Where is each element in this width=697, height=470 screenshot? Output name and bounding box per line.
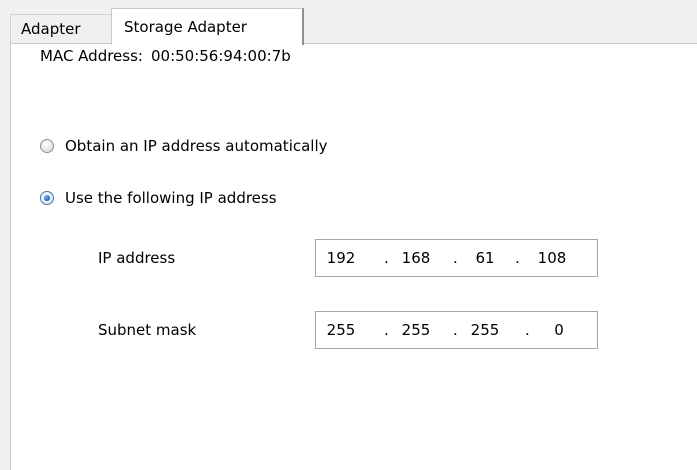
subnet-octet-1[interactable]: 255: [321, 321, 361, 339]
mac-address-value: 00:50:56:94:00:7b: [150, 47, 291, 65]
subnet-octet-4[interactable]: 0: [539, 321, 579, 339]
tab-adapter[interactable]: Adapter: [10, 14, 111, 44]
subnet-separator-1: .: [384, 321, 389, 339]
ip-octet-3[interactable]: 61: [465, 249, 505, 267]
ip-address-label: IP address: [98, 249, 176, 267]
subnet-mask-input[interactable]: 255 . 255 . 255 . 0: [315, 311, 598, 349]
radio-use-following-ip[interactable]: Use the following IP address: [40, 188, 277, 208]
ip-separator-2: .: [453, 249, 458, 267]
subnet-octet-2[interactable]: 255: [396, 321, 436, 339]
subnet-mask-label: Subnet mask: [98, 321, 197, 339]
network-settings-window: Adapter Storage Adapter MAC Address: 00:5…: [0, 0, 697, 470]
ip-octet-1[interactable]: 192: [321, 249, 361, 267]
mac-address-row: MAC Address: 00:50:56:94:00:7b: [40, 47, 291, 65]
mac-address-label: MAC Address:: [40, 47, 143, 65]
ip-octet-4[interactable]: 108: [532, 249, 572, 267]
subnet-octet-3[interactable]: 255: [465, 321, 505, 339]
radio-obtain-ip-automatically[interactable]: Obtain an IP address automatically: [40, 136, 328, 156]
tab-storage-adapter-label: Storage Adapter: [124, 18, 247, 36]
tab-adapter-label: Adapter: [21, 20, 81, 38]
radio-button-unchecked[interactable]: [40, 139, 54, 153]
tab-storage-adapter[interactable]: Storage Adapter: [111, 8, 304, 45]
ip-octet-2[interactable]: 168: [396, 249, 436, 267]
radio-use-ip-label: Use the following IP address: [65, 189, 277, 207]
radio-button-checked[interactable]: [40, 191, 54, 205]
tab-strip: Adapter Storage Adapter: [0, 0, 697, 45]
ip-separator-3: .: [515, 249, 520, 267]
ip-separator-1: .: [384, 249, 389, 267]
subnet-separator-2: .: [453, 321, 458, 339]
radio-obtain-ip-label: Obtain an IP address automatically: [65, 137, 328, 155]
subnet-separator-3: .: [525, 321, 530, 339]
ip-address-input[interactable]: 192 . 168 . 61 . 108: [315, 239, 598, 277]
